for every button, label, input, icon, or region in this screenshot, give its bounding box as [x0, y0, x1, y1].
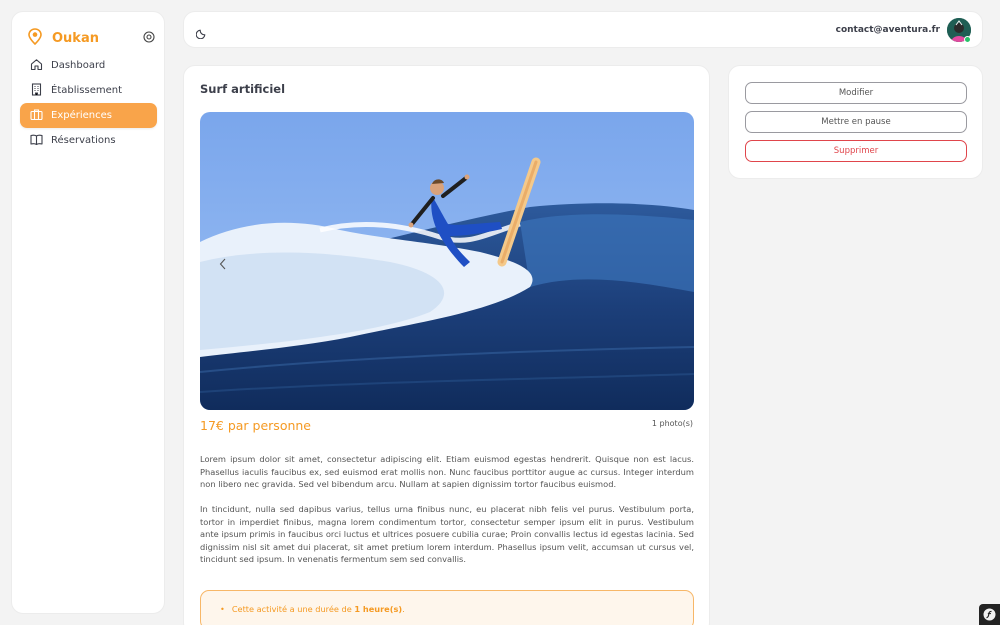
- experience-detail-card: Surf artificiel 17€ par personne 1 photo…: [183, 65, 710, 625]
- online-status-dot: [964, 36, 971, 43]
- brand[interactable]: Oukan: [28, 28, 99, 49]
- experience-photo: [200, 112, 694, 410]
- location-pin-icon: [28, 28, 42, 49]
- pause-button[interactable]: Mettre en pause: [745, 111, 967, 133]
- duration-notice: • Cette activité a une durée de 1 heure(s…: [200, 590, 694, 625]
- briefcase-icon: [30, 108, 43, 124]
- sidebar-item-label: Établissement: [51, 85, 122, 96]
- photo-count: 1 photo(s): [651, 419, 693, 428]
- sidebar-item-experiences[interactable]: Expériences: [20, 103, 157, 128]
- actions-card: Modifier Mettre en pause Supprimer: [728, 65, 983, 179]
- sidebar-item-reservations[interactable]: Réservations: [20, 128, 157, 153]
- symfony-toolbar-icon[interactable]: [979, 604, 1000, 625]
- book-icon: [30, 133, 43, 149]
- chevron-left-icon[interactable]: [219, 255, 227, 274]
- page-title: Surf artificiel: [200, 82, 286, 96]
- notice-duration: 1 heure(s): [354, 604, 403, 614]
- sidebar-nav: Dashboard Établissement Expériences Rése…: [20, 53, 157, 153]
- bullet-icon: •: [220, 604, 225, 614]
- sidebar-item-dashboard[interactable]: Dashboard: [20, 53, 157, 78]
- notice-suffix: .: [402, 604, 405, 614]
- delete-button[interactable]: Supprimer: [745, 140, 967, 162]
- sidebar-item-label: Réservations: [51, 135, 116, 146]
- sidebar-item-label: Expériences: [51, 110, 112, 121]
- edit-button[interactable]: Modifier: [745, 82, 967, 104]
- top-bar: contact@aventura.fr: [183, 11, 983, 48]
- home-icon: [30, 58, 43, 74]
- notice-text: Cette activité a une durée de: [231, 604, 355, 614]
- user-email[interactable]: contact@aventura.fr: [836, 25, 940, 35]
- sidebar: Oukan Dashboard Établissement Expérience…: [11, 11, 165, 614]
- moon-icon[interactable]: [195, 24, 208, 43]
- collapse-sidebar-icon[interactable]: [143, 28, 155, 43]
- experience-price: 17€ par personne: [200, 418, 311, 433]
- sidebar-item-label: Dashboard: [51, 60, 106, 71]
- description-paragraph: In tincidunt, nulla sed dapibus varius, …: [200, 504, 694, 564]
- brand-name: Oukan: [52, 31, 99, 46]
- building-icon: [30, 82, 43, 99]
- sidebar-item-etablissement[interactable]: Établissement: [20, 78, 157, 103]
- description-paragraph: Lorem ipsum dolor sit amet, consectetur …: [200, 454, 694, 489]
